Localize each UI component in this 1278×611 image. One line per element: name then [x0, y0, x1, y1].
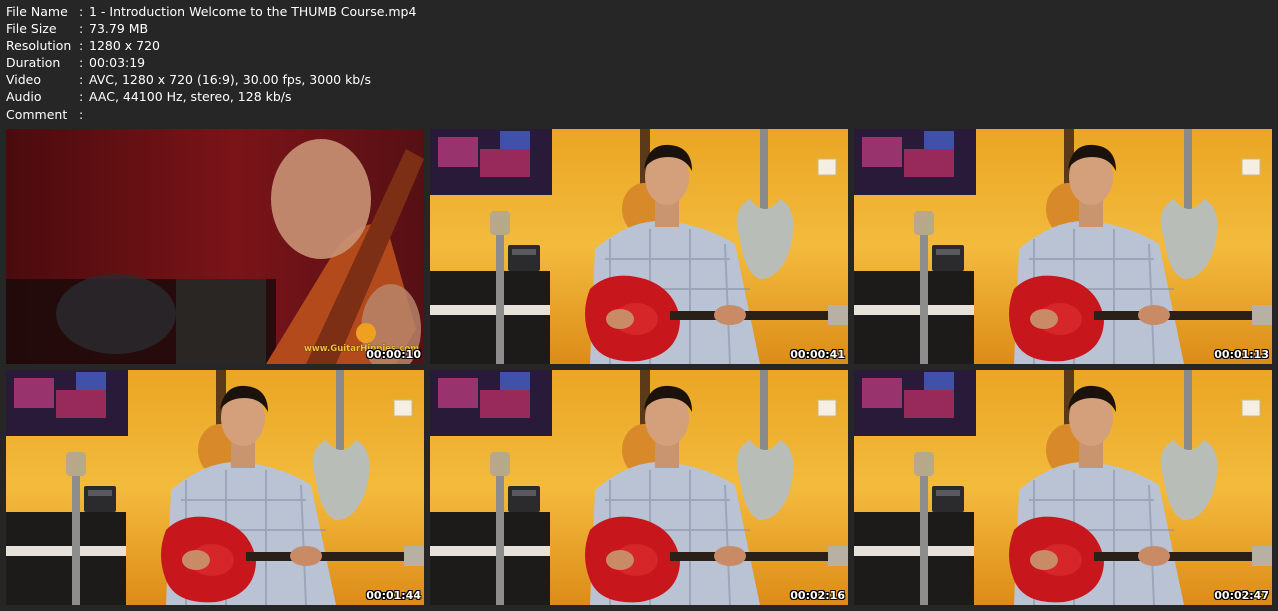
info-separator: :: [79, 55, 84, 71]
video-thumbnail[interactable]: 00:02:47: [854, 370, 1272, 605]
thumbnail-timestamp: 00:02:47: [1214, 589, 1269, 602]
info-value-file-size: 73.79 MB: [89, 21, 149, 37]
info-value-file-name: 1 - Introduction Welcome to the THUMB Co…: [89, 4, 417, 19]
info-value-video: AVC, 1280 x 720 (16:9), 30.00 fps, 3000 …: [89, 72, 371, 88]
file-info-panel: File Name : 1 - Introduction Welcome to …: [6, 3, 416, 123]
thumbnail-timestamp: 00:00:41: [790, 348, 845, 361]
video-thumbnail[interactable]: 00:01:13: [854, 129, 1272, 364]
info-separator: :: [79, 72, 84, 88]
info-row-file-size: File Size : 73.79 MB: [6, 20, 416, 37]
info-row-resolution: Resolution : 1280 x 720: [6, 37, 416, 54]
presenter-with-guitar-image: [430, 129, 848, 364]
closeup-guitar-image: [6, 129, 424, 364]
info-separator: :: [79, 38, 84, 54]
info-label: Duration: [6, 55, 61, 71]
info-row-comment: Comment :: [6, 106, 416, 123]
info-separator: :: [79, 4, 84, 19]
info-row-file-name: File Name : 1 - Introduction Welcome to …: [6, 3, 416, 20]
presenter-with-guitar-image: [430, 370, 848, 605]
info-row-video: Video : AVC, 1280 x 720 (16:9), 30.00 fp…: [6, 71, 416, 88]
info-label: File Name: [6, 4, 68, 19]
info-label: File Size: [6, 21, 57, 37]
info-label: Audio: [6, 89, 42, 105]
info-label: Resolution: [6, 38, 72, 54]
info-separator: :: [79, 106, 84, 122]
presenter-with-guitar-image: [854, 370, 1272, 605]
thumbnail-timestamp: 00:02:16: [790, 589, 845, 602]
info-value-duration: 00:03:19: [89, 55, 146, 71]
presenter-with-guitar-image: [854, 129, 1272, 364]
presenter-with-guitar-image: [6, 370, 424, 605]
video-thumbnail[interactable]: 00:01:44: [6, 370, 424, 605]
video-thumbnail[interactable]: www.GuitarHippies.com 00:00:10: [6, 129, 424, 364]
info-row-audio: Audio : AAC, 44100 Hz, stereo, 128 kb/s: [6, 88, 416, 105]
info-separator: :: [79, 21, 84, 37]
info-label: Comment: [6, 106, 68, 122]
video-thumbnail[interactable]: 00:02:16: [430, 370, 848, 605]
thumbnail-timestamp: 00:01:13: [1214, 348, 1269, 361]
video-thumbnail[interactable]: 00:00:41: [430, 129, 848, 364]
info-value-audio: AAC, 44100 Hz, stereo, 128 kb/s: [89, 89, 292, 105]
thumbnail-timestamp: 00:01:44: [366, 589, 421, 602]
info-label: Video: [6, 72, 42, 88]
info-value-resolution: 1280 x 720: [89, 38, 161, 54]
thumbnail-timestamp: 00:00:10: [366, 348, 421, 361]
thumbnail-grid: www.GuitarHippies.com 00:00:10 00:00:41 …: [6, 129, 1272, 605]
info-separator: :: [79, 89, 84, 105]
info-row-duration: Duration : 00:03:19: [6, 54, 416, 71]
